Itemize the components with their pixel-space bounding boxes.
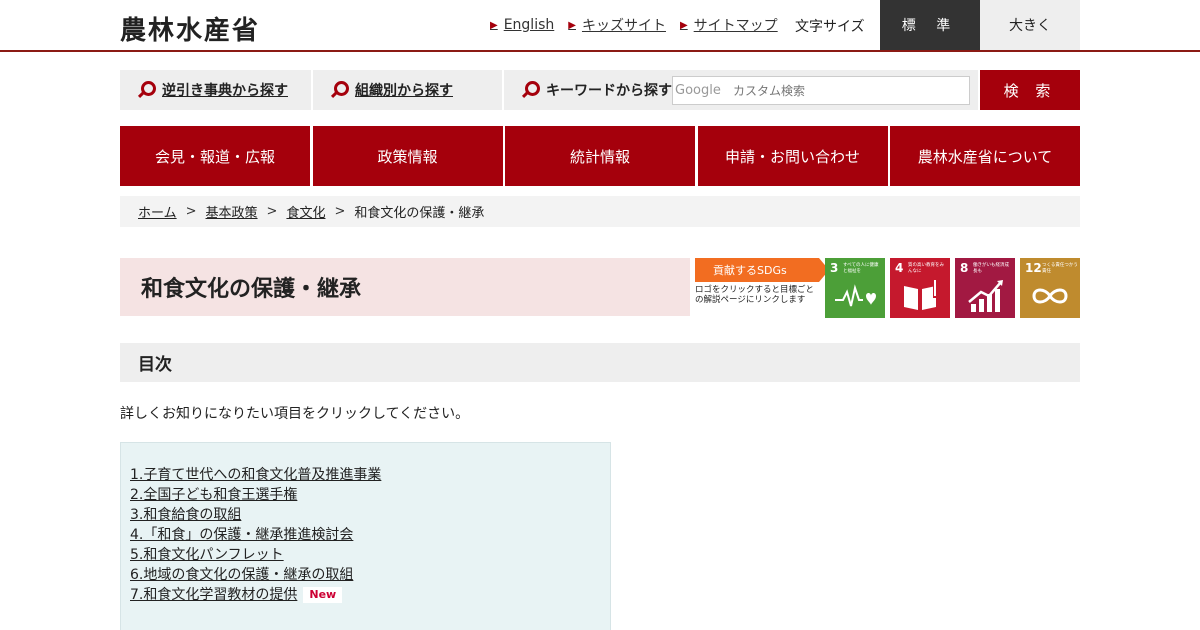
new-badge: New [303,587,343,603]
sdg-goal-caption: 質の高い教育をみんなに [908,263,944,274]
sitemap-link-label: サイトマップ [693,18,778,34]
toc-link[interactable]: 2.全国子ども和食王選手権 [130,485,297,505]
keyword-search-label: キーワードから探す [546,83,672,99]
sdgs-badge: 貢献するSDGs [695,258,829,282]
nav-item-policy[interactable]: 政策情報 [312,126,503,186]
toc-intro: 詳しくお知りになりたい項目をクリックしてください。 [120,406,470,422]
toc-heading: 目次 [138,355,172,375]
utility-links: ▶ English ▶ キッズサイト ▶ サイトマップ [490,0,792,50]
breadcrumb-current: 和食文化の保護・継承 [354,206,485,221]
toc-link[interactable]: 6.地域の食文化の保護・継承の取組 [130,565,353,585]
growth-chart-icon [968,280,1003,312]
sdgs-note: ロゴをクリックすると目標ごとの解説ページにリンクします [695,285,815,305]
font-size-large-button[interactable]: 大きく [980,0,1080,50]
breadcrumb-basic-policy[interactable]: 基本政策 [206,202,258,221]
breadcrumb-separator: > [266,204,278,219]
toc-link[interactable]: 4.「和食」の保護・継承推進検討会 [130,525,353,545]
search-input[interactable] [672,76,970,105]
org-search[interactable]: 組織別から探す [313,70,502,110]
sdg-goal-number: 4 [895,261,904,275]
reverse-lookup-search[interactable]: 逆引き事典から探す [120,70,311,110]
sdg-goal-caption: すべての人に健康と福祉を [843,263,879,274]
nav-item-about[interactable]: 農林水産省について [890,126,1080,186]
list-item: 6.地域の食文化の保護・継承の取組 [130,565,610,585]
sdg-goal-caption: 働きがいも経済成長も [973,263,1009,274]
site-logo[interactable]: 農林水産省 [120,10,260,47]
breadcrumb-separator: > [334,204,346,219]
infinity-icon [1032,288,1068,304]
breadcrumb-home[interactable]: ホーム [138,202,177,221]
sdg-goal-4-tile[interactable]: 4 質の高い教育をみんなに [890,258,950,318]
chevron-right-icon: ▶ [490,19,498,31]
toc-heading-box: 目次 [120,343,1080,382]
toc-list: 1.子育て世代への和食文化普及推進事業 2.全国子ども和食王選手権 3.和食給食… [120,442,611,630]
page-title-box: 和食文化の保護・継承 [120,258,690,316]
breadcrumb: ホーム > 基本政策 > 食文化 > 和食文化の保護・継承 [120,196,1080,227]
font-size-label: 文字サイズ [795,19,865,35]
chevron-right-icon: ▶ [568,19,576,31]
english-link-label: English [503,17,555,33]
page-title: 和食文化の保護・継承 [141,277,362,302]
search-icon [520,81,540,99]
kids-site-link-label: キッズサイト [581,18,666,34]
search-icon [136,81,156,99]
site-header: 農林水産省 ▶ English ▶ キッズサイト ▶ サイトマップ 文字サイズ … [0,0,1200,52]
list-item: 3.和食給食の取組 [130,505,610,525]
font-size-standard-button[interactable]: 標 準 [880,0,980,50]
list-item: 1.子育て世代への和食文化普及推進事業 [130,465,610,485]
nav-item-applications[interactable]: 申請・お問い合わせ [697,126,888,186]
list-item: 5.和食文化パンフレット [130,545,610,565]
heartbeat-icon [835,284,876,307]
list-item: 4.「和食」の保護・継承推進検討会 [130,525,610,545]
nav-item-press[interactable]: 会見・報道・広報 [120,126,310,186]
sdg-goal-12-tile[interactable]: 12 つくる責任つかう責任 [1020,258,1080,318]
sdg-goal-number: 8 [960,261,969,275]
sdg-goal-3-tile[interactable]: 3 すべての人に健康と福祉を [825,258,885,318]
list-item: 2.全国子ども和食王選手権 [130,485,610,505]
org-search-link[interactable]: 組織別から探す [355,80,453,100]
sitemap-link[interactable]: ▶ サイトマップ [680,15,778,35]
sdg-goal-8-tile[interactable]: 8 働きがいも経済成長も [955,258,1015,318]
global-nav: 会見・報道・広報 政策情報 統計情報 申請・お問い合わせ 農林水産省について [120,126,1080,186]
book-icon [904,280,936,310]
toc-link[interactable]: 3.和食給食の取組 [130,505,241,525]
chevron-right-icon: ▶ [679,19,688,31]
toc-link[interactable]: 7.和食文化学習教材の提供 [130,585,297,605]
kids-site-link[interactable]: ▶ キッズサイト [568,15,666,35]
sdg-goal-number: 12 [1025,261,1042,275]
toc-link[interactable]: 5.和食文化パンフレット [130,545,284,565]
english-link[interactable]: ▶ English [490,17,554,33]
list-item: 7.和食文化学習教材の提供 New [130,585,610,605]
sdg-goal-number: 3 [830,261,839,275]
breadcrumb-food-culture[interactable]: 食文化 [286,202,325,221]
nav-item-statistics[interactable]: 統計情報 [505,126,695,186]
reverse-lookup-link[interactable]: 逆引き事典から探す [162,80,288,100]
breadcrumb-separator: > [185,204,197,219]
search-icon [329,81,349,99]
search-button[interactable]: 検 索 [980,70,1080,110]
toc-link[interactable]: 1.子育て世代への和食文化普及推進事業 [130,465,381,485]
sdg-goal-caption: つくる責任つかう責任 [1042,263,1078,274]
